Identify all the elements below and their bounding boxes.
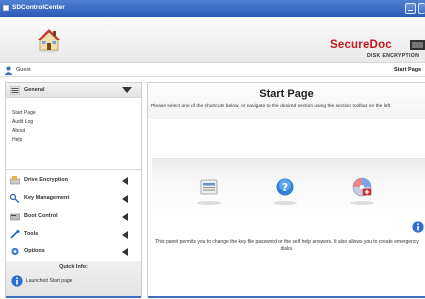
svg-text:?: ? xyxy=(282,181,288,194)
tools-icon xyxy=(10,230,20,239)
window-title: SDControlCenter xyxy=(12,4,65,11)
sidebar-item-label: Boot Control xyxy=(24,213,58,219)
sidebar-item-drive-encryption[interactable]: Drive Encryption xyxy=(6,173,141,188)
main-bottom-bar xyxy=(148,296,425,298)
sidebar-divider xyxy=(6,169,141,170)
page-description: Please select one of the shortcuts below… xyxy=(151,104,392,109)
sidebar-item-key-management[interactable]: Key Management xyxy=(6,191,141,206)
boot-control-icon xyxy=(10,213,20,221)
chevron-left-icon[interactable] xyxy=(122,177,128,185)
window-titlebar: SDControlCenter xyxy=(0,0,425,17)
help-shortcut-icon[interactable]: ? xyxy=(274,176,296,198)
shortcut-shadow xyxy=(273,201,297,205)
sidebar-item-label: Drive Encryption xyxy=(24,177,69,183)
sidebar-item-label: Key Management xyxy=(24,195,70,201)
chevron-left-icon[interactable] xyxy=(122,231,128,239)
app-window-icon xyxy=(3,5,9,11)
sidebar-link-audit-log[interactable]: Audit Log xyxy=(12,119,33,125)
sidebar-item-tools[interactable]: Tools xyxy=(6,227,141,242)
brand-logo-icon xyxy=(410,40,425,50)
panel-info-text: This panel permits you to change the key… xyxy=(155,239,419,252)
user-name: Guest xyxy=(16,67,31,73)
sidebar-section-label: General xyxy=(24,87,45,93)
sidebar-item-label: Tools xyxy=(24,231,39,237)
drive-encryption-icon xyxy=(10,176,20,185)
info-icon xyxy=(11,275,23,287)
shortcut-shadow xyxy=(197,201,221,205)
sidebar: General Start Page Audit Log About Help … xyxy=(5,82,142,298)
emergency-disk-shortcut-icon[interactable] xyxy=(351,176,373,198)
user-icon xyxy=(4,66,13,75)
home-icon[interactable] xyxy=(37,27,61,53)
sidebar-bottom-bar xyxy=(6,296,141,298)
key-icon xyxy=(10,194,20,203)
quick-info-text: Launched Start page xyxy=(26,278,73,284)
sidebar-section-general[interactable]: General xyxy=(6,83,141,98)
chevron-down-icon[interactable] xyxy=(122,87,132,93)
chevron-left-icon[interactable] xyxy=(122,248,128,256)
quick-info-title: Quick Info: xyxy=(59,264,88,270)
shortcuts-area: ? xyxy=(152,158,425,218)
sidebar-item-options[interactable]: Options xyxy=(6,244,141,259)
page-title: Start Page xyxy=(259,88,314,100)
drive-shortcut-icon[interactable] xyxy=(198,176,220,198)
sidebar-link-about[interactable]: About xyxy=(12,128,25,134)
chevron-left-icon[interactable] xyxy=(122,195,128,203)
chevron-left-icon[interactable] xyxy=(122,213,128,221)
sidebar-link-help[interactable]: Help xyxy=(12,137,22,143)
brand-subtitle: DISK ENCRYPTION xyxy=(367,53,420,59)
info-icon xyxy=(412,221,424,233)
main-header: Start Page Please select one of the shor… xyxy=(148,83,425,119)
list-icon xyxy=(10,86,20,95)
sidebar-item-boot-control[interactable]: Boot Control xyxy=(6,209,141,224)
brand-logo-text: SecureDoc xyxy=(330,39,392,51)
user-bar: Guest Start Page xyxy=(0,64,425,77)
options-gear-icon xyxy=(11,247,19,256)
minimize-button[interactable] xyxy=(405,3,416,14)
main-panel: Start Page Please select one of the shor… xyxy=(147,82,425,298)
current-page-label: Start Page xyxy=(394,67,422,73)
sidebar-link-start-page[interactable]: Start Page xyxy=(12,110,36,116)
sidebar-item-label: Options xyxy=(24,248,45,254)
app-banner: SecureDoc DISK ENCRYPTION xyxy=(0,17,425,63)
shortcut-shadow xyxy=(350,201,374,205)
maximize-button[interactable] xyxy=(418,3,425,14)
quick-info-panel: Quick Info: Launched Start page xyxy=(6,261,141,296)
